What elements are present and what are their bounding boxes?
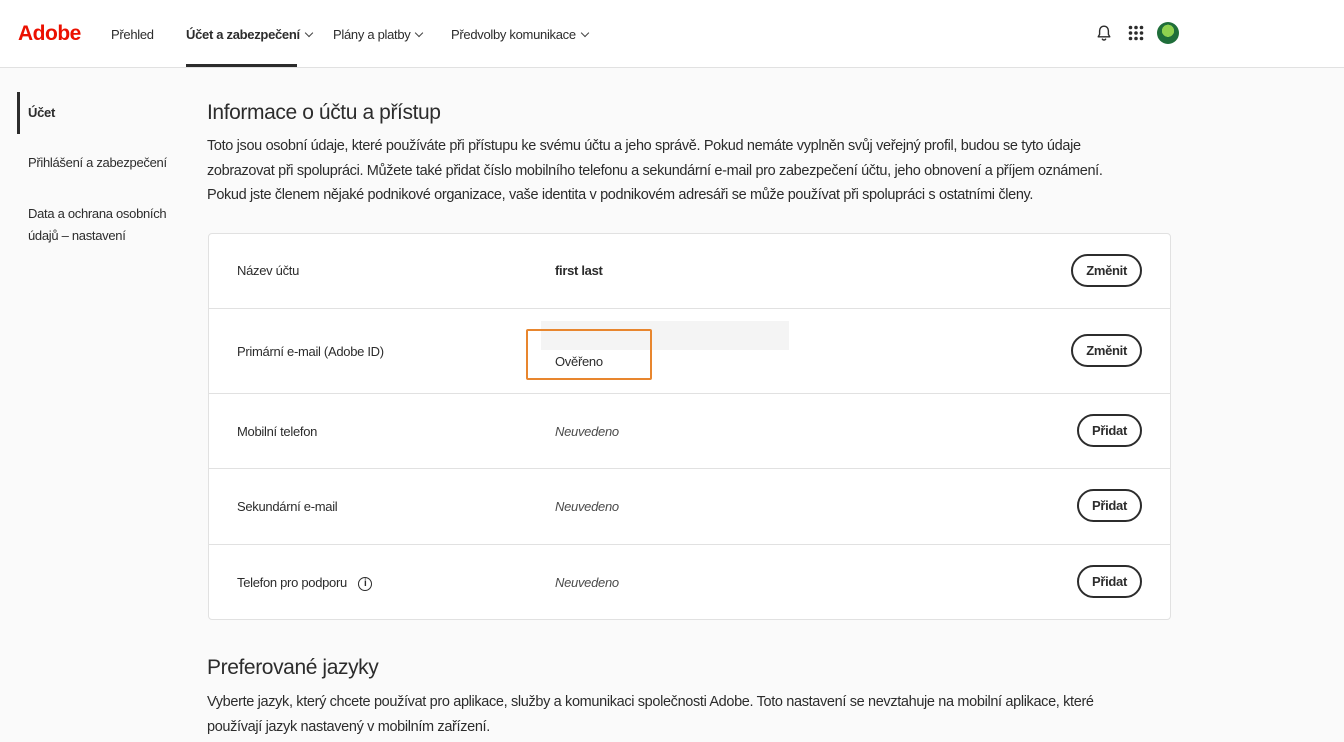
chevron-down-icon [304,28,314,37]
sidebar-item-label: Data a ochrana osobních údajů – nastaven… [28,206,167,243]
secondary-email-row: Sekundární e-mail Neuvedeno Přidat [209,469,1170,545]
nav-item-communication-preferences[interactable]: Předvolby komunikace [451,0,590,68]
languages-section-description: Vyberte jazyk, který chcete používat pro… [207,694,1094,735]
sidebar-active-indicator [17,92,20,134]
bell-icon[interactable] [1093,22,1115,44]
account-name-row: Název účtu first last Změnit [209,234,1170,309]
nav-item-label: Plány a platby [333,26,411,42]
account-info-card: Název účtu first last Změnit Primární e-… [208,233,1171,620]
chevron-down-icon [415,28,424,37]
sidebar-item-account[interactable]: Účet [28,102,55,124]
chevron-down-icon [580,28,590,37]
mobile-phone-row: Mobilní telefon Neuvedeno Přidat [209,394,1170,469]
nav-item-plans-payments[interactable]: Plány a platby [333,0,424,68]
support-phone-row: Telefon pro podporu i Neuvedeno Přidat [209,545,1170,619]
add-secondary-email-button[interactable]: Přidat [1076,489,1142,522]
row-label: Sekundární e-mail [237,499,338,514]
nav-item-account-security[interactable]: Účet a zabezpečení [186,0,314,68]
sidebar-item-sign-in-security[interactable]: Přihlášení a zabezpečení [28,152,167,174]
sidebar-item-label: Účet [28,105,55,120]
account-name-value: first last [555,263,603,278]
change-primary-email-button[interactable]: Změnit [1071,334,1142,367]
row-label: Primární e-mail (Adobe ID) [237,344,384,359]
mobile-phone-value: Neuvedeno [555,424,619,439]
sidebar-item-data-privacy[interactable]: Data a ochrana osobních údajů – nastaven… [28,203,168,247]
add-mobile-phone-button[interactable]: Přidat [1076,414,1142,447]
sidebar-item-label: Přihlášení a zabezpečení [28,155,167,170]
avatar[interactable] [1157,22,1179,44]
secondary-email-value: Neuvedeno [555,499,619,514]
active-tab-underline [186,64,297,67]
row-label: Mobilní telefon [237,424,318,439]
adobe-logo[interactable]: Adobe [18,22,81,46]
add-support-phone-button[interactable]: Přidat [1076,565,1142,598]
top-navigation-bar: Adobe Přehled Účet a zabezpečení Plány a… [0,0,1344,68]
nav-item-label: Přehled [111,26,154,42]
change-account-name-button[interactable]: Změnit [1071,254,1142,287]
account-section-description: Toto jsou osobní údaje, které používáte … [207,138,1103,203]
row-label: Telefon pro podporu [237,575,347,590]
nav-item-overview[interactable]: Přehled [111,0,154,68]
account-section-title: Informace o účtu a přístup [207,101,441,124]
support-phone-value: Neuvedeno [555,575,619,590]
languages-section-title: Preferované jazyky [207,656,379,679]
nav-item-label: Účet a zabezpečení [186,26,300,42]
primary-email-row: Primární e-mail (Adobe ID) Ověřeno Změni… [209,309,1170,394]
row-label-wrapper: Telefon pro podporu i [237,575,373,591]
info-icon[interactable]: i [358,576,373,591]
app-grid-icon[interactable] [1125,22,1147,44]
highlight-box [526,329,652,380]
row-label: Název účtu [237,263,300,278]
nav-item-label: Předvolby komunikace [451,26,576,42]
